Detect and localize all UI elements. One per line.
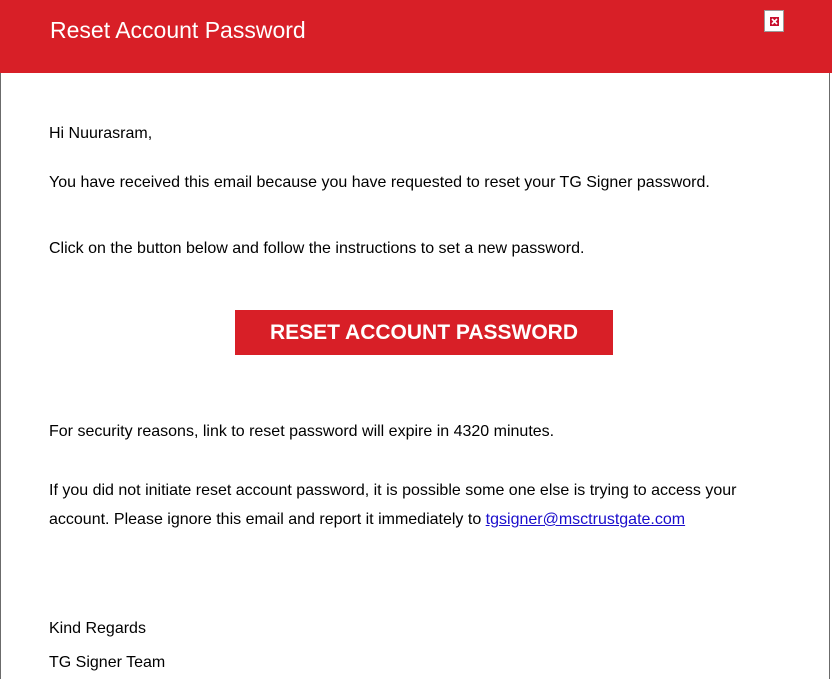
close-button[interactable] — [764, 10, 784, 32]
closing-text: Kind Regards — [49, 620, 146, 637]
warning-paragraph: If you did not initiate reset account pa… — [49, 476, 789, 534]
close-icon[interactable] — [770, 17, 779, 26]
signature-text: TG Signer Team — [49, 654, 166, 671]
intro-paragraph: You have received this email because you… — [49, 174, 710, 191]
email-header: Reset Account Password — [0, 0, 832, 73]
instruction-paragraph: Click on the button below and follow the… — [49, 240, 585, 257]
header-title: Reset Account Password — [50, 17, 306, 43]
support-email-link[interactable]: tgsigner@msctrustgate.com — [486, 511, 685, 528]
greeting: Hi Nuurasram, — [49, 125, 153, 142]
security-note: For security reasons, link to reset pass… — [49, 423, 555, 440]
reset-password-button[interactable]: RESET ACCOUNT PASSWORD — [235, 310, 613, 355]
